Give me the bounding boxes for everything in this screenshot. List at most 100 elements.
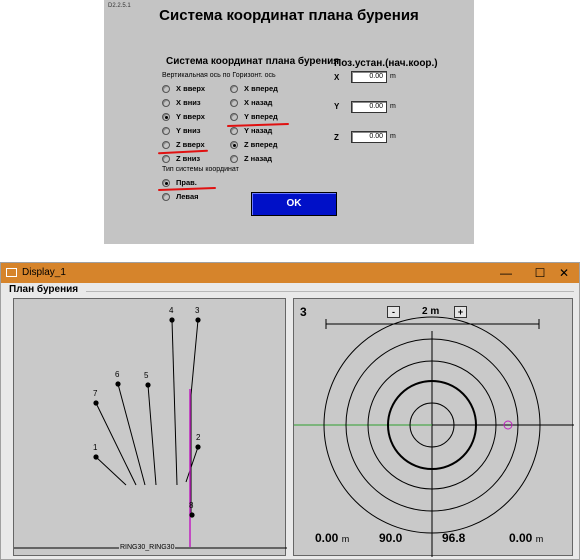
readout-value: 0.00	[315, 531, 339, 545]
radio-label: Y вверх	[176, 112, 205, 121]
radio-label: Z назад	[244, 154, 273, 163]
title-bar[interactable]: Display_1 — ☐ ✕	[1, 263, 579, 283]
radio-dot[interactable]	[230, 84, 238, 93]
hole-collar[interactable]	[93, 454, 99, 460]
radio-y-up[interactable]: Y вверх	[162, 112, 205, 121]
hole-line	[117, 383, 146, 486]
readout-unit: m	[535, 534, 544, 544]
unit-label: m	[390, 103, 396, 110]
hole-collar[interactable]	[195, 317, 201, 323]
readout-unit: m	[341, 534, 350, 544]
hole-line	[95, 402, 137, 486]
hole-label-1: 1	[93, 443, 98, 452]
window-title: Display_1	[22, 267, 66, 278]
dialog-title: Система координат плана бурения	[159, 7, 419, 24]
ok-button[interactable]: OK	[251, 192, 337, 216]
minimize-button[interactable]: —	[491, 264, 521, 282]
radio-label: X назад	[244, 98, 273, 107]
readout-value: 90.0	[379, 531, 403, 545]
radio-dot[interactable]	[162, 154, 170, 163]
hole-label-5: 5	[144, 371, 149, 380]
hole-label-4: 4	[169, 306, 174, 315]
radio-y-back[interactable]: Y назад	[230, 126, 272, 135]
window-app-icon	[6, 268, 17, 277]
radio-dot-selected[interactable]	[162, 112, 170, 121]
hole-label-3: 3	[195, 306, 200, 315]
radio-dot[interactable]	[230, 112, 238, 121]
readout-value: 96.8	[442, 531, 466, 545]
radio-label: Левая	[176, 192, 199, 201]
hole-collar[interactable]	[93, 400, 99, 406]
radio-z-down[interactable]: Z вниз	[162, 154, 200, 163]
hole-collar[interactable]	[195, 444, 201, 450]
radio-z-forward[interactable]: Z вперед	[230, 140, 278, 149]
radio-dot[interactable]	[162, 140, 170, 149]
readout-angle: 90.0	[379, 531, 402, 545]
column-header: Вертикальная ось по Горизонт. ось	[162, 72, 276, 79]
radio-z-up[interactable]: Z вверх	[162, 140, 205, 149]
coordinate-system-dialog: D2.2.5.1 Система координат плана бурения…	[104, 0, 474, 244]
group-label: План бурения	[9, 284, 79, 295]
radio-label: X вниз	[176, 98, 201, 107]
group-divider	[86, 291, 574, 292]
hole-collar[interactable]	[169, 317, 175, 323]
radio-x-forward[interactable]: X вперед	[230, 84, 278, 93]
radio-dot[interactable]	[162, 98, 170, 107]
radio-dot-selected[interactable]	[230, 140, 238, 149]
hole-line	[171, 319, 178, 486]
position-title: Поз.устан.(нач.коор.)	[334, 58, 438, 69]
hole-label-6: 6	[115, 370, 120, 379]
radio-label: Y вперед	[244, 112, 278, 121]
hole-label-2: 2	[196, 433, 201, 442]
y-position-field[interactable]: 0.00	[351, 101, 387, 113]
radio-x-up[interactable]: X вверх	[162, 84, 205, 93]
radio-left-handed[interactable]: Левая	[162, 192, 199, 201]
readout-dip: 96.8	[442, 531, 465, 545]
radio-z-back[interactable]: Z назад	[230, 154, 272, 163]
radio-dot[interactable]	[230, 98, 238, 107]
axis-label-x: X	[334, 73, 340, 82]
target-drawing	[294, 316, 574, 557]
radio-dot[interactable]	[162, 192, 170, 201]
hole-collar[interactable]	[145, 382, 151, 388]
radio-y-forward[interactable]: Y вперед	[230, 112, 278, 121]
close-button[interactable]: ✕	[549, 264, 579, 282]
hole-label-8: 8	[189, 501, 194, 510]
drilling-plan-drawing: 1 7 6 5 4 3 2 8	[14, 306, 287, 549]
z-position-field[interactable]: 0.00	[351, 131, 387, 143]
hole-line	[147, 384, 157, 486]
radio-x-back[interactable]: X назад	[230, 98, 272, 107]
radio-dot[interactable]	[230, 126, 238, 135]
x-position-field[interactable]: 0.00	[351, 71, 387, 83]
ring-label: RING30_RING30	[119, 544, 176, 551]
drilling-plan-view[interactable]: 1 7 6 5 4 3 2 8 RING30_RING30	[13, 298, 287, 556]
radio-dot[interactable]	[162, 84, 170, 93]
coord-type-label: Тип системы координат	[162, 166, 239, 173]
hole-line	[95, 456, 127, 486]
radio-dot[interactable]	[162, 126, 170, 135]
radio-label: Прав.	[176, 178, 197, 187]
hole-line	[185, 446, 199, 483]
display-window: Display_1 — ☐ ✕ План бурения 1 7 6 5 4 3…	[0, 262, 580, 560]
hole-collar[interactable]	[189, 512, 195, 518]
hole-line	[190, 319, 199, 396]
radio-right-handed[interactable]: Прав.	[162, 178, 197, 187]
readout-offset: 0.00 m	[509, 531, 543, 545]
target-view[interactable]: 3 - 2 m + 0.00 m 90.0 96.8 0.00 m	[293, 298, 574, 557]
annotation-underline	[157, 186, 217, 192]
radio-label: Y назад	[244, 126, 273, 135]
readout-x: 0.00 m	[315, 531, 349, 545]
radio-label: Y вниз	[176, 126, 201, 135]
radio-dot-selected[interactable]	[162, 178, 170, 187]
hole-collar[interactable]	[115, 381, 121, 387]
hole-label-7: 7	[93, 389, 98, 398]
radio-x-down[interactable]: X вниз	[162, 98, 201, 107]
radio-y-down[interactable]: Y вниз	[162, 126, 200, 135]
unit-label: m	[390, 73, 396, 80]
readout-value: 0.00	[509, 531, 533, 545]
radio-label: X вперед	[244, 84, 278, 93]
radio-label: Z вниз	[176, 154, 201, 163]
radio-label: Z вперед	[244, 140, 278, 149]
section-title: Система координат плана бурения	[166, 56, 340, 67]
radio-dot[interactable]	[230, 154, 238, 163]
